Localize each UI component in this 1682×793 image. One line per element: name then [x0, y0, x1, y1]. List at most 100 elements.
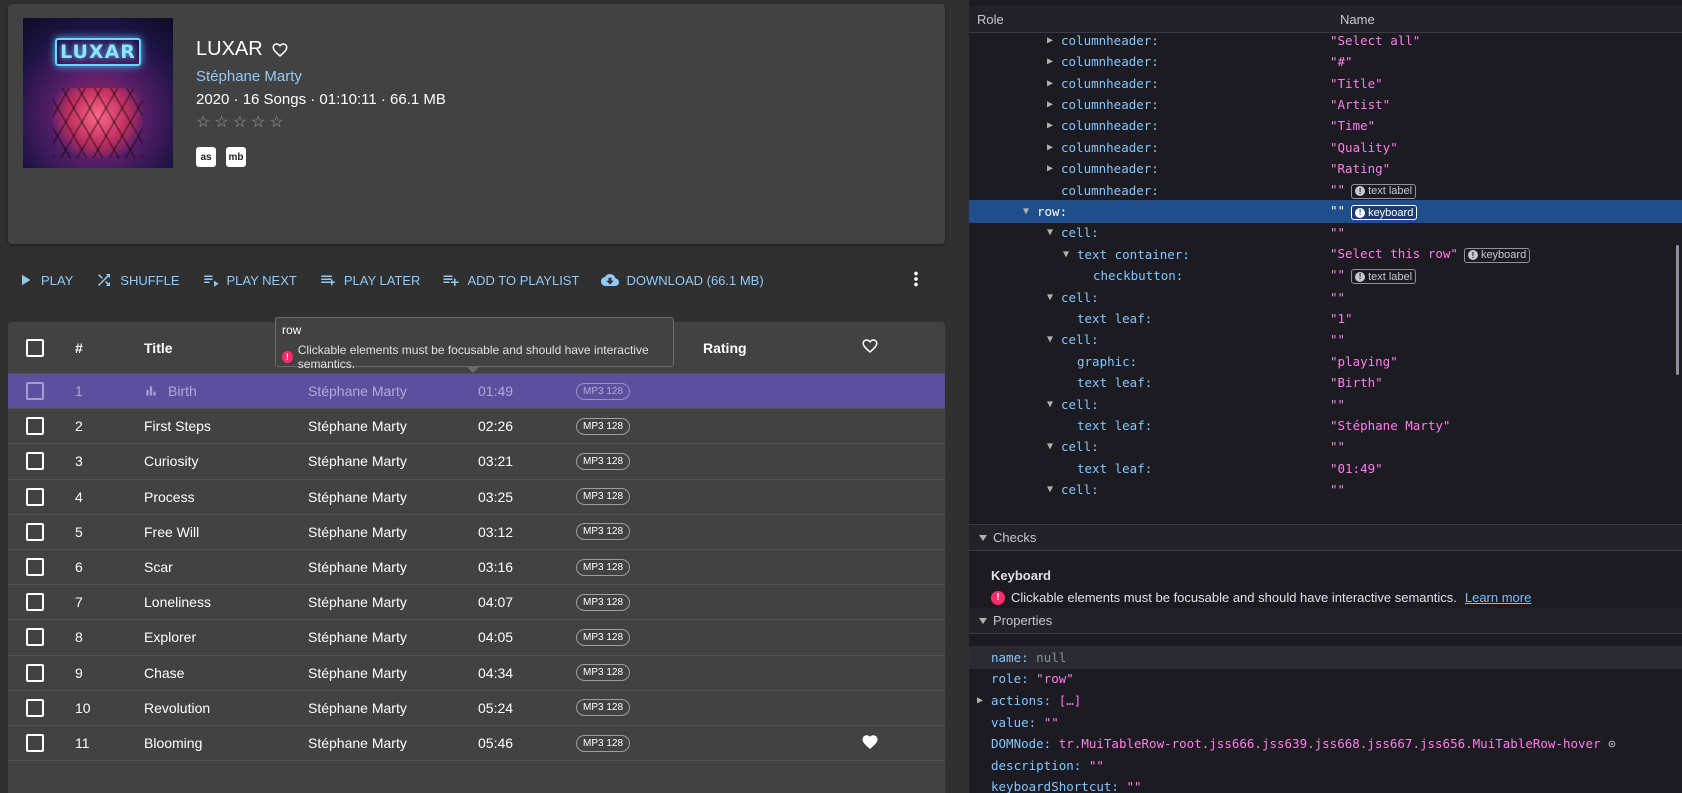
table-row[interactable]: 4 Process Stéphane Marty 03:25 MP3 128 [8, 480, 945, 515]
property-row[interactable]: ▶ actions: […] [969, 689, 1682, 712]
collapse-triangle-icon[interactable]: ▼ [1063, 249, 1069, 260]
track-artist[interactable]: Stéphane Marty [308, 665, 407, 681]
track-artist[interactable]: Stéphane Marty [308, 383, 407, 399]
header-title[interactable]: Title [144, 340, 173, 356]
header-rating[interactable]: Rating [703, 340, 747, 356]
collapse-triangle-icon[interactable]: ▼ [1047, 334, 1053, 345]
row-checkbox[interactable] [26, 382, 44, 401]
collapse-triangle-icon[interactable]: ▼ [1047, 399, 1053, 410]
tree-node[interactable]: checkbutton: ""! text label [969, 264, 1682, 287]
property-row[interactable]: value: "" [969, 711, 1682, 734]
play-button[interactable]: PLAY [8, 271, 73, 289]
tree-node[interactable]: ▶ columnheader: "Time" [969, 115, 1682, 138]
table-row[interactable]: 1 Birth Stéphane Marty 01:49 MP3 128 [8, 374, 945, 410]
tree-node[interactable]: ▼ cell: "" [969, 436, 1682, 459]
row-checkbox[interactable] [26, 558, 44, 577]
table-row[interactable]: 7 Loneliness Stéphane Marty 04:07 MP3 128 [8, 585, 945, 621]
track-artist[interactable]: Stéphane Marty [308, 524, 407, 540]
table-row[interactable]: 3 Curiosity Stéphane Marty 03:21 MP3 128 [8, 444, 945, 480]
learn-more-link[interactable]: Learn more [1465, 590, 1531, 605]
expand-triangle-icon[interactable]: ▶ [1047, 163, 1053, 174]
track-artist[interactable]: Stéphane Marty [308, 735, 407, 751]
property-row[interactable]: keyboardShortcut: "" [969, 776, 1682, 793]
add-to-playlist-button[interactable]: ADD TO PLAYLIST [434, 271, 579, 289]
checks-section-header[interactable]: Checks [969, 525, 1682, 551]
tree-node[interactable]: ▶ columnheader: "Rating" [969, 157, 1682, 180]
expand-triangle-icon[interactable]: ▶ [1047, 78, 1053, 89]
album-artist-link[interactable]: Stéphane Marty [196, 68, 302, 85]
tree-node[interactable]: ▶ columnheader: "Artist" [969, 93, 1682, 116]
tree-node[interactable]: text leaf: "1" [969, 307, 1682, 330]
header-love[interactable] [861, 337, 879, 358]
album-rating-stars[interactable]: ☆☆☆☆☆ [196, 112, 288, 132]
track-artist[interactable]: Stéphane Marty [308, 629, 407, 645]
download-button[interactable]: DOWNLOAD (66.1 MB) [593, 271, 764, 289]
row-checkbox[interactable] [26, 593, 44, 612]
row-checkbox[interactable] [26, 487, 44, 506]
property-row[interactable]: description: "" [969, 754, 1682, 777]
musicbrainz-icon[interactable]: mb [226, 147, 246, 167]
track-artist[interactable]: Stéphane Marty [308, 453, 407, 469]
tree-node[interactable]: ▶ columnheader: "Title" [969, 72, 1682, 95]
tree-node[interactable]: ▶ columnheader: "#" [969, 50, 1682, 73]
header-num[interactable]: # [75, 340, 83, 356]
tree-node[interactable]: ▼ cell: "" [969, 393, 1682, 416]
collapse-triangle-icon[interactable]: ▼ [1047, 292, 1053, 303]
track-artist[interactable]: Stéphane Marty [308, 489, 407, 505]
tree-node[interactable]: graphic: "playing" [969, 350, 1682, 373]
track-artist[interactable]: Stéphane Marty [308, 418, 407, 434]
row-checkbox[interactable] [26, 734, 44, 753]
expand-triangle-icon[interactable]: ▶ [1047, 99, 1053, 110]
role-column-header[interactable]: Role [977, 12, 1004, 27]
play-next-button[interactable]: PLAY NEXT [194, 271, 297, 289]
collapse-triangle-icon[interactable]: ▼ [1047, 484, 1053, 495]
tree-node[interactable]: text leaf: "Stéphane Marty" [969, 414, 1682, 437]
tree-node[interactable]: columnheader: ""! text label [969, 179, 1682, 202]
table-row[interactable]: 6 Scar Stéphane Marty 03:16 MP3 128 [8, 550, 945, 586]
row-checkbox[interactable] [26, 452, 44, 471]
table-row[interactable]: 9 Chase Stéphane Marty 04:34 MP3 128 [8, 656, 945, 691]
heart-outline-icon[interactable] [271, 41, 289, 59]
collapse-triangle-icon[interactable]: ▼ [1047, 227, 1053, 238]
tree-node[interactable]: ▼ cell: "" [969, 478, 1682, 501]
tree-node[interactable]: ▶ columnheader: "Quality" [969, 136, 1682, 159]
track-artist[interactable]: Stéphane Marty [308, 700, 407, 716]
lastfm-icon[interactable]: as [196, 147, 216, 167]
target-icon[interactable]: ⊙ [1608, 736, 1616, 751]
row-checkbox[interactable] [26, 698, 44, 717]
table-row[interactable]: 8 Explorer Stéphane Marty 04:05 MP3 128 [8, 620, 945, 656]
tree-node[interactable]: ▼ row: ""! keyboard [969, 200, 1682, 223]
tree-node[interactable]: text leaf: "Birth" [969, 371, 1682, 394]
tree-node[interactable]: ▼ cell: "" [969, 329, 1682, 352]
expand-triangle-icon[interactable]: ▶ [1047, 120, 1053, 131]
tree-node[interactable]: ▶ columnheader: "Select all" [969, 33, 1682, 52]
collapse-triangle-icon[interactable]: ▼ [1023, 206, 1029, 217]
properties-section-header[interactable]: Properties [969, 608, 1682, 634]
name-column-header[interactable]: Name [1340, 12, 1375, 27]
tree-node[interactable]: ▼ text container: "Select this row"! keyboa… [969, 243, 1682, 266]
property-row[interactable]: role: "row" [969, 668, 1682, 691]
tree-node[interactable]: ▼ cell: "" [969, 286, 1682, 309]
row-checkbox[interactable] [26, 663, 44, 682]
property-row[interactable]: DOMNode: tr.MuiTableRow-root.jss666.jss6… [969, 732, 1682, 755]
expand-triangle-icon[interactable]: ▶ [1047, 35, 1053, 46]
table-row[interactable]: 2 First Steps Stéphane Marty 02:26 MP3 128 [8, 409, 945, 445]
property-row[interactable]: name: null [969, 646, 1682, 669]
track-artist[interactable]: Stéphane Marty [308, 594, 407, 610]
love-button[interactable] [861, 733, 879, 754]
tree-node[interactable]: text leaf: "01:49" [969, 457, 1682, 480]
shuffle-button[interactable]: SHUFFLE [87, 271, 180, 289]
expand-triangle-icon[interactable]: ▶ [1047, 142, 1053, 153]
select-all-checkbox[interactable] [26, 338, 44, 357]
play-later-button[interactable]: PLAY LATER [311, 271, 420, 289]
collapse-triangle-icon[interactable]: ▼ [1047, 441, 1053, 452]
tree-node[interactable]: ▼ cell: "" [969, 222, 1682, 245]
album-cover[interactable]: LUXAR [23, 18, 173, 168]
row-checkbox[interactable] [26, 628, 44, 647]
more-options-button[interactable] [905, 268, 927, 295]
row-checkbox[interactable] [26, 417, 44, 436]
table-row[interactable]: 5 Free Will Stéphane Marty 03:12 MP3 128 [8, 515, 945, 550]
expand-triangle-icon[interactable]: ▶ [977, 695, 983, 706]
table-row[interactable]: 10 Revolution Stéphane Marty 05:24 MP3 128 [8, 691, 945, 726]
expand-triangle-icon[interactable]: ▶ [1047, 56, 1053, 67]
